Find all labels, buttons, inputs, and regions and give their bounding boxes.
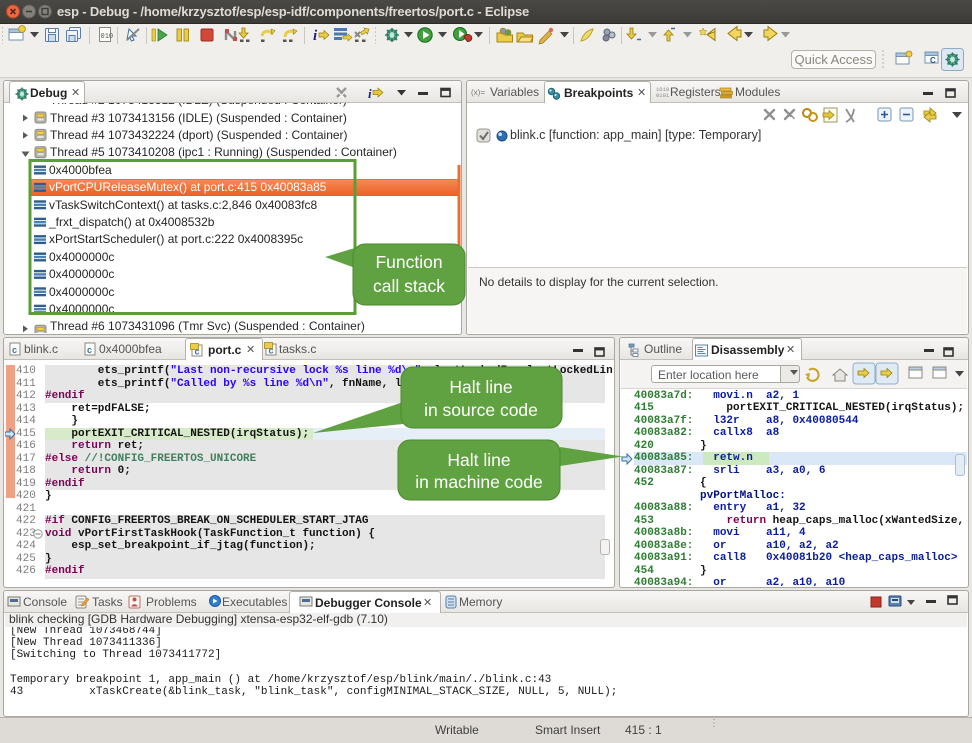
svg-text:c: c — [87, 345, 92, 355]
svg-text:c: c — [12, 345, 17, 355]
svg-text:c: c — [195, 347, 200, 357]
svg-text:(x)=: (x)= — [471, 88, 485, 97]
svg-text:C: C — [930, 56, 936, 65]
svg-text:010: 010 — [101, 33, 114, 41]
svg-text:c: c — [269, 346, 274, 356]
svg-text:i: i — [313, 28, 318, 44]
svg-text:0101: 0101 — [656, 92, 670, 99]
svg-text:i: i — [368, 86, 372, 101]
